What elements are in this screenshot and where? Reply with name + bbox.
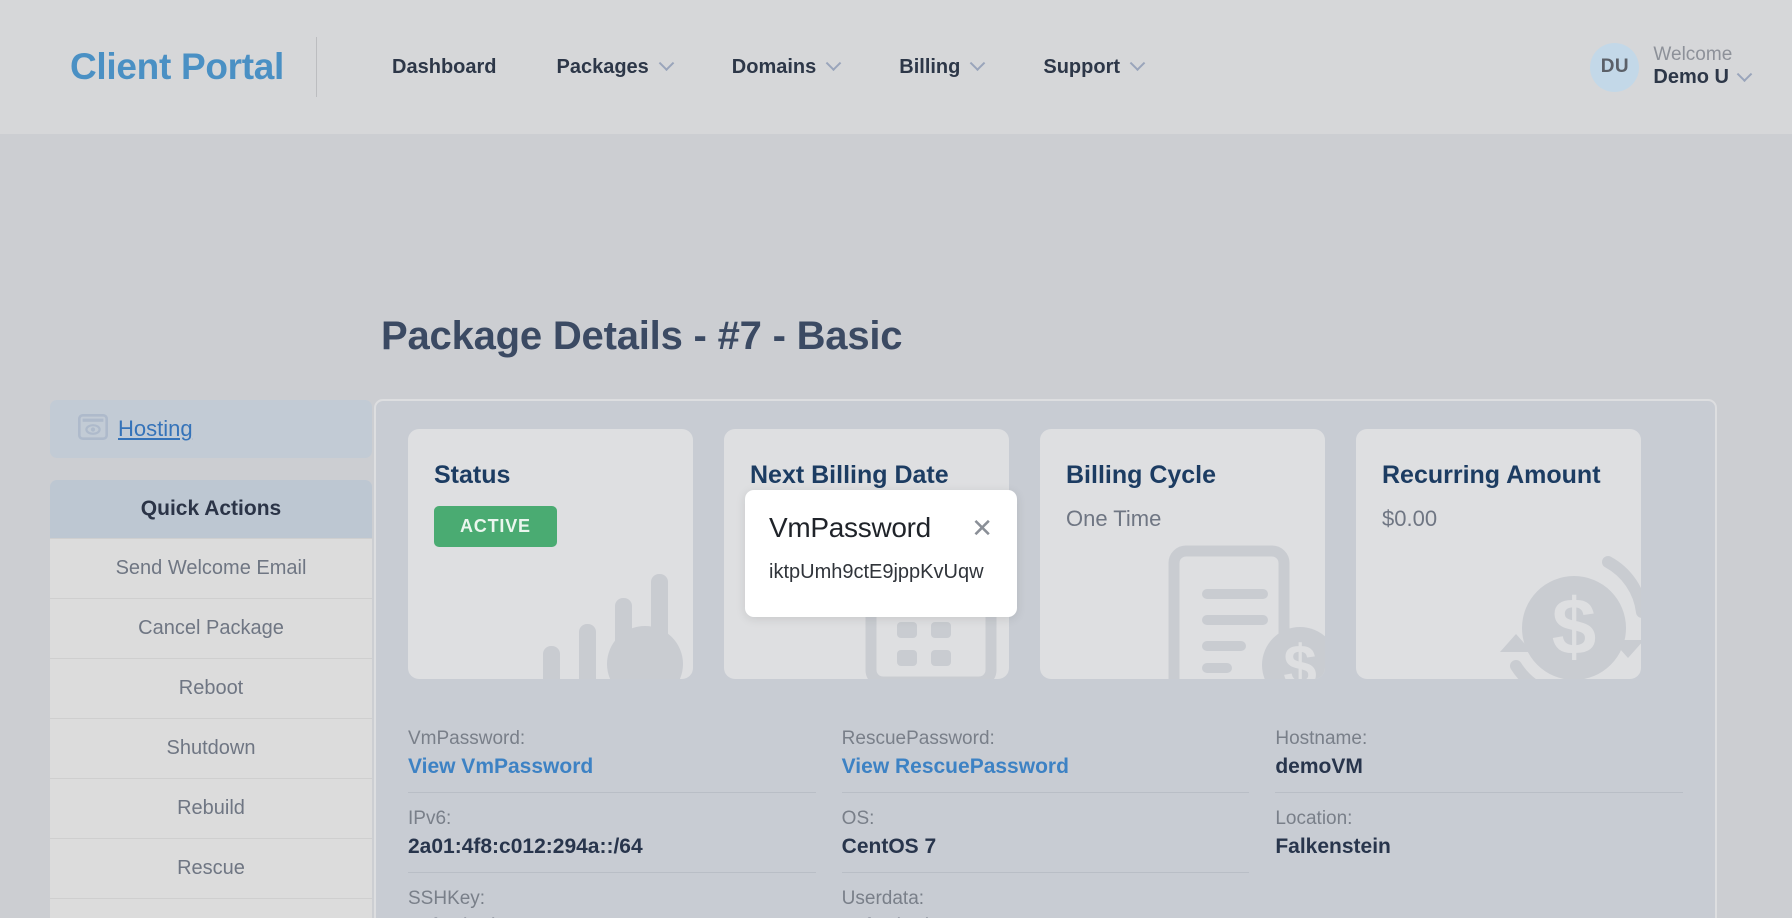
quick-action-rescue[interactable]: Rescue [50,838,372,898]
avatar: DU [1590,42,1640,92]
detail-label: VmPassword: [408,728,526,749]
modal-header: VmPassword ✕ [769,512,993,544]
stat-card-status: Status ACTIVE [408,429,693,679]
view-rescuepassword-link[interactable]: View RescuePassword [842,755,1250,779]
stat-card-recurring-amount: Recurring Amount $0.00 $ [1356,429,1641,679]
hosting-eye-icon [77,413,108,445]
detail-label: SSHKey: [408,888,486,909]
detail-label: IPv6: [408,808,452,829]
svg-text:$: $ [1552,582,1597,671]
stat-cards-row: Status ACTIVE Next Billing Date Billing … [376,401,1715,679]
quick-action-send-welcome-email[interactable]: Send Welcome Email [50,538,372,598]
detail-label: Location: [1275,808,1353,829]
sidebar-item-label: Hosting [118,416,193,441]
detail-label: Hostname: [1275,728,1368,749]
chevron-down-icon [1129,54,1146,71]
detail-label: OS: [841,808,875,829]
detail-value: Falkenstein [1275,835,1391,858]
quick-action-cancel-package[interactable]: Cancel Package [50,598,372,658]
stat-card-title: Billing Cycle [1066,461,1217,489]
sidebar-item-hosting[interactable]: Hosting [50,400,372,458]
nav-item-domains[interactable]: Domains [702,46,869,89]
nav-label: Dashboard [392,55,497,78]
detail-column-3: Hostname: demoVM Location: Falkenstein [1275,713,1684,918]
nav-item-dashboard[interactable]: Dashboard [362,46,526,89]
close-icon[interactable]: ✕ [971,516,993,542]
brand-logo[interactable]: Client Portal [70,46,284,88]
detail-row-sshkey: SSHKey: Left Blank [408,873,816,918]
welcome-label: Welcome [1653,44,1733,65]
quick-action-reboot[interactable]: Reboot [50,658,372,718]
chevron-down-icon [825,54,842,71]
quick-actions-panel: Quick Actions Send Welcome Email Cancel … [50,480,372,918]
main-nav: Dashboard Packages Domains Billing Suppo… [362,46,1173,89]
top-navbar: Client Portal Dashboard Packages Domains… [0,0,1792,134]
stat-card-title: Status [434,461,511,489]
view-vmpassword-link[interactable]: View VmPassword [408,755,816,779]
user-name-row: Demo U [1653,66,1753,90]
quick-actions-header: Quick Actions [50,480,372,538]
nav-item-support[interactable]: Support [1013,46,1173,89]
brand-divider [316,37,318,97]
svg-text:$: $ [1283,633,1316,679]
user-menu[interactable]: DU Welcome Demo U [1590,42,1753,92]
nav-label: Support [1043,55,1121,78]
page-title: Package Details - #7 - Basic [381,314,903,358]
quick-action-changepass[interactable]: Changepass [50,898,372,918]
user-name: Demo U [1653,66,1729,89]
detail-column-2: RescuePassword: View RescuePassword OS: … [841,713,1250,918]
quick-action-rebuild[interactable]: Rebuild [50,778,372,838]
detail-label: Userdata: [841,888,925,909]
recurring-dollar-icon: $ [1476,546,1641,679]
detail-row-ipv6: IPv6: 2a01:4f8:c012:294a::/64 [408,793,816,873]
nav-label: Billing [899,55,961,78]
detail-value: demoVM [1275,755,1363,778]
quick-action-shutdown[interactable]: Shutdown [50,718,372,778]
stat-card-title: Next Billing Date [750,461,949,489]
vmpassword-modal: VmPassword ✕ iktpUmh9ctE9jppKvUqw [745,490,1017,617]
detail-row-os: OS: CentOS 7 [841,793,1250,873]
modal-title: VmPassword [769,512,931,543]
stat-card-billing-cycle: Billing Cycle One Time $ [1040,429,1325,679]
detail-row-hostname: Hostname: demoVM [1275,713,1684,793]
chevron-down-icon [970,54,986,71]
invoice-icon: $ [1160,541,1325,679]
modal-password-value: iktpUmh9ctE9jppKvUqw [769,561,984,583]
stat-card-value: $0.00 [1382,506,1438,531]
detail-grid: VmPassword: View VmPassword IPv6: 2a01:4… [376,679,1715,918]
detail-value: 2a01:4f8:c012:294a::/64 [408,835,643,858]
stat-card-title: Recurring Amount [1382,461,1601,489]
bar-chart-icon [533,546,693,679]
chevron-down-icon [658,54,675,71]
detail-row-location: Location: Falkenstein [1275,793,1683,872]
nav-item-packages[interactable]: Packages [527,46,702,89]
detail-row-rescuepassword: RescuePassword: View RescuePassword [841,713,1250,793]
nav-label: Packages [556,55,649,78]
page-body: Package Details - #7 - Basic Hosting Qui… [0,134,1792,918]
detail-row-vmpassword: VmPassword: View VmPassword [408,713,816,793]
detail-column-1: VmPassword: View VmPassword IPv6: 2a01:4… [408,713,816,918]
package-details-panel: Status ACTIVE Next Billing Date Billing … [374,399,1717,918]
detail-row-userdata: Userdata: Left Blank [842,873,1250,918]
detail-label: RescuePassword: [841,728,995,749]
nav-item-billing[interactable]: Billing [869,46,1013,89]
nav-label: Domains [731,55,817,78]
chevron-down-icon [1736,66,1753,82]
sidebar: Hosting Quick Actions Send Welcome Email… [50,400,372,918]
user-text: Welcome Demo U [1653,44,1753,90]
detail-value: CentOS 7 [841,835,937,858]
status-badge: ACTIVE [434,506,557,547]
stat-card-value: One Time [1066,506,1162,531]
